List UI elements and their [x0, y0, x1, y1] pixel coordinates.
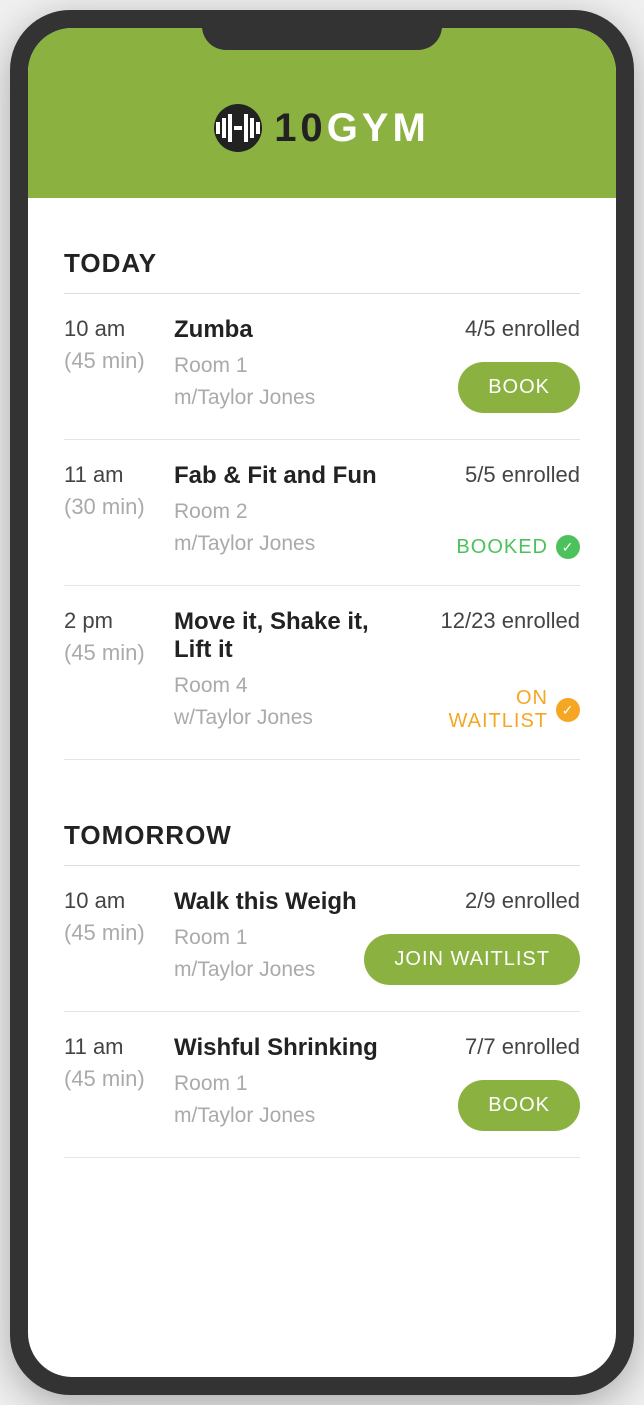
check-icon: ✓: [556, 535, 580, 559]
barbell-icon: [214, 104, 262, 152]
class-time: 2 pm: [64, 608, 164, 634]
class-row: 11 am (45 min) Wishful Shrinking Room 1m/Ta…: [64, 1012, 580, 1158]
enrolled-count: 7/7 enrolled: [465, 1034, 580, 1060]
class-row: 10 am(45 min)Walk this WeighRoom 1m/Tayl…: [64, 866, 580, 1012]
join-waitlist-button[interactable]: JOIN WAITLIST: [364, 934, 580, 985]
phone-notch: [202, 10, 442, 50]
class-name: Move it, Shake it, Lift it: [174, 608, 410, 664]
class-duration: (45 min): [64, 1066, 164, 1092]
section-header: TODAY: [64, 228, 580, 294]
check-icon: ✓: [556, 698, 580, 722]
class-duration: (45 min): [64, 348, 164, 374]
enrolled-count: 2/9 enrolled: [465, 888, 580, 914]
class-time: 10 am: [64, 316, 164, 342]
class-row: 10 am (45 min) Zumba Room 1m/Taylor Jones 4/…: [64, 294, 580, 440]
logo-text-io: 10: [274, 106, 327, 150]
class-duration: (45 min): [64, 640, 164, 666]
schedule-content: TODAY10 am(45 min)ZumbaRoom 1m/Taylor Jo…: [28, 198, 616, 1158]
class-name: Fab & Fit and Fun: [174, 462, 410, 490]
enrolled-count: 4/5 enrolled: [465, 316, 580, 342]
class-instructor: m/Taylor Jones: [174, 382, 410, 414]
class-room: Room 1: [174, 1068, 410, 1100]
class-name: Walk this Weigh: [174, 888, 410, 916]
class-row: 11 am (30 min) Fab & Fit and Fun Room 2m/Ta…: [64, 440, 580, 586]
class-time: 10 am: [64, 888, 164, 914]
class-time: 11 am: [64, 1034, 164, 1060]
class-room: Room 4: [174, 670, 410, 702]
status-label: ON WAITLIST: [410, 687, 548, 733]
class-name: Zumba: [174, 316, 410, 344]
phone-screen: 10GYM TODAY10 am(45 min)ZumbaRoom 1m/Tay…: [28, 28, 616, 1377]
app-header: 10GYM: [28, 28, 616, 198]
book-button[interactable]: BOOK: [458, 1080, 580, 1131]
enrolled-count: 5/5 enrolled: [465, 462, 580, 488]
class-instructor: m/Taylor Jones: [174, 1100, 410, 1132]
class-duration: (45 min): [64, 920, 164, 946]
class-instructor: m/Taylor Jones: [174, 528, 410, 560]
book-button[interactable]: BOOK: [458, 362, 580, 413]
class-time: 11 am: [64, 462, 164, 488]
class-room: Room 1: [174, 350, 410, 382]
logo-text-gym: GYM: [327, 106, 430, 150]
enrolled-count: 12/23 enrolled: [441, 608, 580, 634]
class-instructor: w/Taylor Jones: [174, 702, 410, 734]
class-duration: (30 min): [64, 494, 164, 520]
class-room: Room 2: [174, 496, 410, 528]
app-title: 10GYM: [274, 106, 430, 151]
class-row: 2 pm (45 min) Move it, Shake it, Lift it Ro…: [64, 586, 580, 760]
phone-frame: 10GYM TODAY10 am(45 min)ZumbaRoom 1m/Tay…: [10, 10, 634, 1395]
section-header: TOMORROW: [64, 800, 580, 866]
status-label: BOOKED: [456, 536, 548, 559]
status-waitlist: ON WAITLIST ✓: [410, 687, 580, 733]
class-name: Wishful Shrinking: [174, 1034, 410, 1062]
status-booked: BOOKED ✓: [456, 535, 580, 559]
